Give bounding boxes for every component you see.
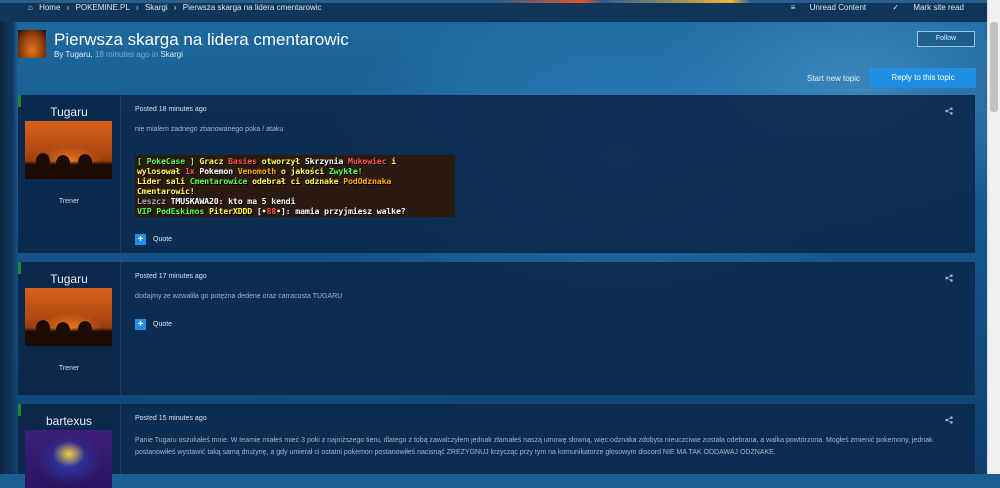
post-content: dodajmy ze wzwaliła go potężna dedene or… [135, 293, 343, 300]
top-links: ≡ Unread Content ✓ Mark site read [767, 3, 964, 12]
post-content: Panie Tugaru oszukałeś mnie. W teamie mi… [135, 437, 933, 456]
topic-title: Pierwsza skarga na lidera cmentarowic [54, 30, 349, 49]
chat-segment: wylosował [137, 166, 185, 176]
share-icon[interactable] [945, 416, 953, 424]
chat-segment: Cmentarowice [189, 176, 248, 186]
mark-read-link[interactable]: ✓ Mark site read [880, 3, 964, 12]
chat-segment: Zwykłe! [328, 166, 363, 176]
author-rank: Trener [58, 198, 80, 205]
quote-button[interactable]: + Quote [135, 234, 172, 245]
chat-segment: Pokemon [199, 166, 238, 176]
avatar[interactable] [25, 288, 112, 346]
chat-line: Cmentarowic! [137, 186, 453, 196]
plus-icon: + [135, 319, 146, 330]
chat-segment: Mukowiec [348, 156, 387, 166]
chat-line: VIP PodEskimos PiterXDDD [•88•]: mamia p… [137, 206, 453, 216]
chat-segment: PodEskimos [156, 206, 209, 216]
chat-segment: PiterXDDD [208, 206, 257, 216]
quote-button[interactable]: + Quote [135, 319, 172, 330]
scrollbar-thumb[interactable] [990, 22, 998, 112]
breadcrumb-site[interactable]: POKEMINE.PL [76, 3, 130, 12]
post-time[interactable]: Posted 15 minutes ago [135, 415, 207, 422]
chat-line: wylosował 1x Pokemon Venomoth o jakości … [137, 166, 453, 176]
chat-segment: VIP [137, 206, 157, 216]
chat-segment: [ PokeCase ] [137, 156, 200, 166]
author-name[interactable]: Tugaru [18, 272, 120, 286]
author-column: bartexus [18, 404, 121, 488]
avatar-image [25, 320, 112, 346]
post: Tugaru Trener Posted 17 minutes ago doda… [18, 262, 975, 395]
author-name[interactable]: Tugaru [18, 105, 120, 119]
avatar-image [25, 153, 112, 179]
post: bartexus Posted 15 minutes ago Panie Tug… [18, 404, 975, 488]
follow-button[interactable]: Follow [917, 31, 975, 47]
chat-segment: PodOdznaka [343, 176, 392, 186]
reply-button[interactable]: Reply to this topic [870, 68, 976, 88]
chat-segment: •]: mamia przyjmiesz walke? [276, 206, 406, 216]
topic-time: 18 minutes ago [94, 50, 150, 59]
topic-meta: By Tugaru, 18 minutes ago in Skargi [54, 50, 184, 59]
breadcrumb: ⌂ Home › POKEMINE.PL › Skargi › Pierwsza… [28, 3, 326, 12]
chat-segment: 1x [184, 166, 200, 176]
chat-segment: Basies [228, 156, 257, 166]
chat-segment: o jakości [276, 166, 329, 176]
breadcrumb-sep: › [136, 3, 139, 12]
chat-segment: 88 [266, 206, 277, 216]
author-column: Tugaru Trener [18, 95, 121, 253]
post-content: nie mialem zadnego zbanowanego poka / at… [135, 126, 284, 133]
chat-segment: Cmentarowic! [137, 186, 195, 196]
topic-author-link[interactable]: Tugaru [65, 50, 90, 59]
chat-line: [ PokeCase ] Gracz Basies otworzył Skrzy… [137, 156, 453, 166]
chat-segment: odebrał ci odznake [247, 176, 344, 186]
chat-segment: TMUSKAWA20: kto ma 5 kendi [170, 196, 296, 206]
chat-screenshot-image[interactable]: [ PokeCase ] Gracz Basies otworzył Skrzy… [135, 155, 455, 217]
chat-segment: Gracz [199, 156, 229, 166]
chat-segment: otworzył [256, 156, 305, 166]
chat-segment: i [386, 156, 396, 166]
post-time[interactable]: Posted 18 minutes ago [135, 106, 207, 113]
left-decoration [0, 0, 18, 474]
avatar[interactable] [25, 430, 112, 488]
author-column: Tugaru Trener [18, 262, 121, 395]
chat-segment: Lider sali [137, 176, 190, 186]
chat-segment: Leszcz [137, 196, 171, 206]
home-icon[interactable]: ⌂ [28, 3, 33, 12]
unread-icon: ≡ [790, 3, 796, 12]
avatar[interactable] [25, 121, 112, 179]
breadcrumb-forum[interactable]: Skargi [145, 3, 168, 12]
chat-line: Lider sali Cmentarowice odebrał ci odzna… [137, 176, 453, 186]
author-rank: Trener [58, 365, 80, 372]
scrollbar[interactable] [987, 0, 1000, 474]
check-icon: ✓ [892, 3, 900, 12]
breadcrumb-home[interactable]: Home [39, 3, 60, 12]
chat-segment: Venomoth [237, 166, 277, 176]
chat-segment: Skrzynia [304, 156, 349, 166]
unread-content-link[interactable]: ≡ Unread Content [779, 3, 866, 12]
topic-forum-link[interactable]: Skargi [160, 50, 183, 59]
start-new-topic-link[interactable]: Start new topic [807, 74, 860, 83]
plus-icon: + [135, 234, 146, 245]
author-name[interactable]: bartexus [18, 414, 120, 428]
breadcrumb-topic: Pierwsza skarga na lidera cmentarowic [182, 3, 322, 12]
share-icon[interactable] [945, 274, 953, 282]
breadcrumb-sep: › [173, 3, 177, 12]
breadcrumb-sep: › [66, 3, 70, 12]
topic-author-avatar[interactable] [18, 30, 46, 58]
chat-line: Leszcz TMUSKAWA20: kto ma 5 kendi [137, 196, 453, 206]
share-icon[interactable] [945, 107, 953, 115]
post-time[interactable]: Posted 17 minutes ago [135, 273, 207, 280]
top-bar: ⌂ Home › POKEMINE.PL › Skargi › Pierwsza… [0, 0, 988, 22]
post: Tugaru Trener Posted 18 minutes ago nie … [18, 95, 975, 253]
